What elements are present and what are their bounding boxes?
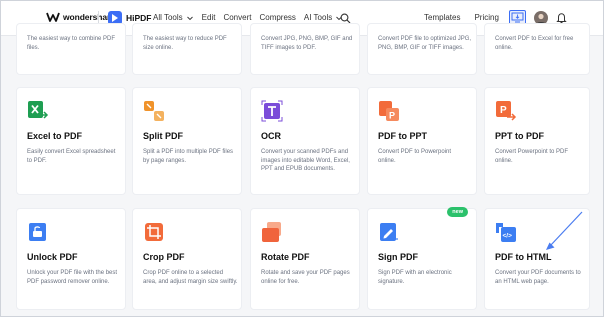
card-title: Crop PDF: [143, 252, 185, 262]
nav-convert[interactable]: Convert: [223, 13, 251, 22]
card-description: Convert your PDF documents to an HTML we…: [495, 270, 581, 285]
tool-card-sign-pdf[interactable]: new Sign PDF Sign PDF with an electronic…: [367, 207, 477, 310]
nav-label: Edit: [201, 13, 216, 22]
svg-text:P: P: [389, 111, 395, 121]
card-description: The easiest way to reduce PDF size onlin…: [143, 36, 227, 51]
card-description: Convert JPG, PNG, BMP, GIF and TIFF imag…: [261, 36, 353, 51]
tool-card-pdf-to-image[interactable]: Convert PDF file to optimized JPG, PNG, …: [367, 23, 477, 75]
ocr-icon: [261, 100, 283, 122]
tool-card-merge[interactable]: The easiest way to combine PDF files.: [16, 23, 126, 75]
tool-card-crop-pdf[interactable]: Crop PDF Crop PDF online to a selected a…: [132, 208, 242, 310]
tool-card-ppt-to-pdf[interactable]: P PPT to PDF Convert Powerpoint to PDF o…: [484, 87, 590, 195]
nav-label: AI Tools: [303, 13, 333, 22]
wondershare-icon: [46, 12, 60, 22]
tool-card-rotate-pdf[interactable]: Rotate PDF Rotate and save your PDF page…: [250, 208, 360, 310]
nav-edit[interactable]: Edit: [202, 13, 216, 22]
split-icon: [144, 101, 164, 121]
tool-card-pdf-to-ppt[interactable]: P PDF to PPT Convert PDF to Powerpoint o…: [367, 87, 477, 195]
nav-ai-tools[interactable]: AI Tools: [304, 13, 343, 22]
tool-card-ocr[interactable]: OCR Convert your scanned PDFs and images…: [250, 87, 360, 195]
card-description: Convert PDF file to optimized JPG, PNG, …: [378, 36, 472, 51]
card-title: PDF to HTML: [495, 252, 552, 262]
main-nav: All Tools Edit Convert Compress AI Tools: [153, 13, 351, 22]
card-title: PPT to PDF: [495, 131, 544, 141]
tool-card-compress[interactable]: The easiest way to reduce PDF size onlin…: [132, 23, 242, 75]
nav-label: All Tools: [153, 13, 183, 22]
tool-card-split-pdf[interactable]: Split PDF Split a PDF into multiple PDF …: [132, 87, 242, 195]
card-title: PDF to PPT: [378, 131, 427, 141]
tool-card-excel-to-pdf[interactable]: Excel to PDF Easily convert Excel spread…: [16, 87, 126, 195]
ppt-icon: P: [496, 101, 517, 121]
crop-icon: [145, 223, 163, 241]
card-title: Unlock PDF: [27, 252, 78, 262]
ppt-icon: P: [379, 101, 399, 121]
product-name: HiPDF: [126, 13, 152, 23]
card-title: Excel to PDF: [27, 131, 83, 141]
chevron-down-icon: [186, 16, 193, 20]
app-frame: wondershare HiPDF All Tools Edit Convert…: [0, 0, 604, 317]
nav-compress[interactable]: Compress: [259, 13, 295, 22]
unlock-icon: [29, 223, 46, 241]
new-badge: new: [447, 207, 468, 217]
svg-text:</>: </>: [503, 233, 513, 240]
rotate-icon: [262, 222, 281, 242]
card-description: Sign PDF with an electronic signature.: [378, 270, 452, 285]
card-description: Unlock your PDF file with the best PDF p…: [27, 270, 118, 285]
wondershare-logo[interactable]: wondershare: [46, 10, 115, 24]
nav-all-tools[interactable]: All Tools: [153, 13, 194, 22]
card-description: Rotate and save your PDF pages online fo…: [261, 270, 350, 285]
right-nav: Templates Pricing: [424, 13, 513, 22]
card-description: Convert Powerpoint to PDF online.: [495, 149, 569, 164]
card-description: Convert your scanned PDFs and images int…: [261, 149, 350, 172]
tool-card-pdf-to-excel[interactable]: Convert PDF to Excel for free online.: [484, 23, 590, 75]
card-title: OCR: [261, 131, 281, 141]
card-description: Convert PDF to Excel for free online.: [495, 36, 574, 51]
tool-card-unlock-pdf[interactable]: Unlock PDF Unlock your PDF file with the…: [16, 208, 126, 310]
nav-label: Compress: [259, 13, 296, 22]
card-description: Convert PDF to Powerpoint online.: [378, 149, 452, 164]
nav-templates[interactable]: Templates: [424, 13, 460, 22]
nav-label: Convert: [223, 13, 252, 22]
card-description: Split a PDF into multiple PDF files by p…: [143, 149, 234, 164]
svg-text:P: P: [500, 105, 507, 116]
tool-card-image-to-pdf[interactable]: Convert JPG, PNG, BMP, GIF and TIFF imag…: [250, 23, 360, 75]
card-title: Rotate PDF: [261, 252, 310, 262]
excel-icon: [28, 101, 49, 119]
card-description: Crop PDF online to a selected area, and …: [143, 270, 238, 285]
html-icon: </>: [496, 223, 516, 242]
card-title: Sign PDF: [378, 252, 418, 262]
nav-pricing[interactable]: Pricing: [474, 13, 498, 22]
card-title: Split PDF: [143, 131, 183, 141]
card-description: Easily convert Excel spreadsheet to PDF.: [27, 149, 116, 164]
tool-card-pdf-to-html[interactable]: </> PDF to HTML Convert your PDF documen…: [484, 208, 590, 310]
sign-icon: [380, 223, 398, 241]
card-description: The easiest way to combine PDF files.: [27, 36, 116, 51]
